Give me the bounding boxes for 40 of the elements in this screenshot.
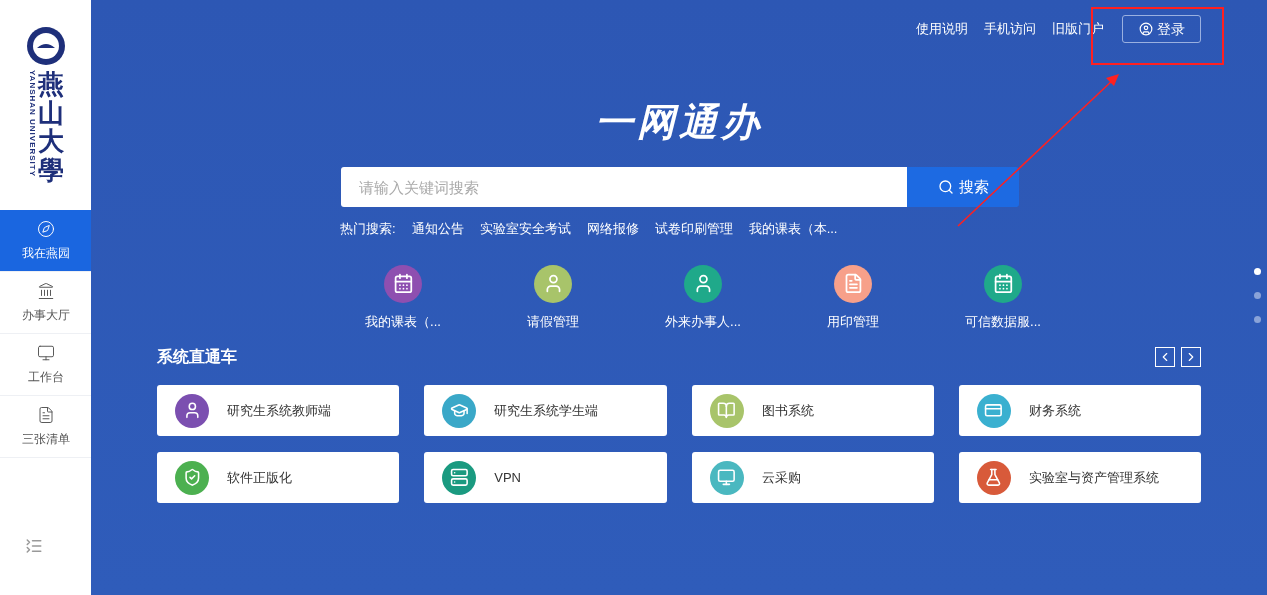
- system-card[interactable]: 研究生系统教师端: [157, 385, 400, 436]
- system-card[interactable]: 云采购: [691, 452, 934, 503]
- collapse-menu-icon[interactable]: [25, 537, 43, 555]
- list-icon: [36, 405, 55, 424]
- system-card[interactable]: VPN: [424, 452, 667, 503]
- login-button[interactable]: 登录: [1122, 15, 1201, 43]
- hot-search-link[interactable]: 我的课表（本...: [748, 219, 838, 239]
- sidebar-item[interactable]: 我在燕园: [0, 210, 91, 272]
- quick-app[interactable]: 用印管理: [778, 264, 928, 331]
- next-button[interactable]: [1181, 347, 1201, 367]
- top-link[interactable]: 旧版门户: [1052, 19, 1104, 39]
- compass-icon: [36, 219, 55, 238]
- quick-app[interactable]: 我的课表（...: [328, 264, 478, 331]
- university-name: 燕山大學: [37, 70, 64, 185]
- quick-app[interactable]: 外来办事人...: [628, 264, 778, 331]
- previous-button[interactable]: [1155, 347, 1175, 367]
- title: 一网通办: [595, 103, 763, 141]
- quick-app[interactable]: 可信数据服...: [928, 264, 1078, 331]
- hot-search-label: 热门搜索:: [340, 220, 396, 238]
- university-emblem-icon: [25, 26, 66, 66]
- search-icon: [937, 179, 954, 195]
- hot-search-link[interactable]: 通知公告: [411, 219, 464, 239]
- system-card[interactable]: 财务系统: [958, 385, 1201, 436]
- search-field[interactable]: 请输入关键词搜索: [341, 167, 907, 207]
- system-card[interactable]: 软件正版化: [157, 452, 400, 503]
- search-button[interactable]: 搜索: [907, 167, 1019, 207]
- monitor-icon: [36, 343, 55, 362]
- university-name-english: YANSHAN UNIVERSITY: [27, 70, 36, 180]
- system-card[interactable]: 图书系统: [691, 385, 934, 436]
- hot-search-link[interactable]: 网络报修: [586, 219, 639, 239]
- section-title: 系统直通车: [157, 347, 237, 367]
- system-card[interactable]: 实验室与资产管理系统: [958, 452, 1201, 503]
- hot-search-link[interactable]: 实验室安全考试: [479, 219, 571, 239]
- hall-icon: [36, 281, 55, 300]
- hot-search-link[interactable]: 试卷印刷管理: [654, 219, 733, 239]
- quick-app[interactable]: 请假管理: [478, 264, 628, 331]
- top-link[interactable]: 使用说明: [916, 19, 968, 39]
- system-card[interactable]: 研究生系统学生端: [424, 385, 667, 436]
- user-icon: [1138, 22, 1153, 36]
- top-link[interactable]: 手机访问: [984, 19, 1036, 39]
